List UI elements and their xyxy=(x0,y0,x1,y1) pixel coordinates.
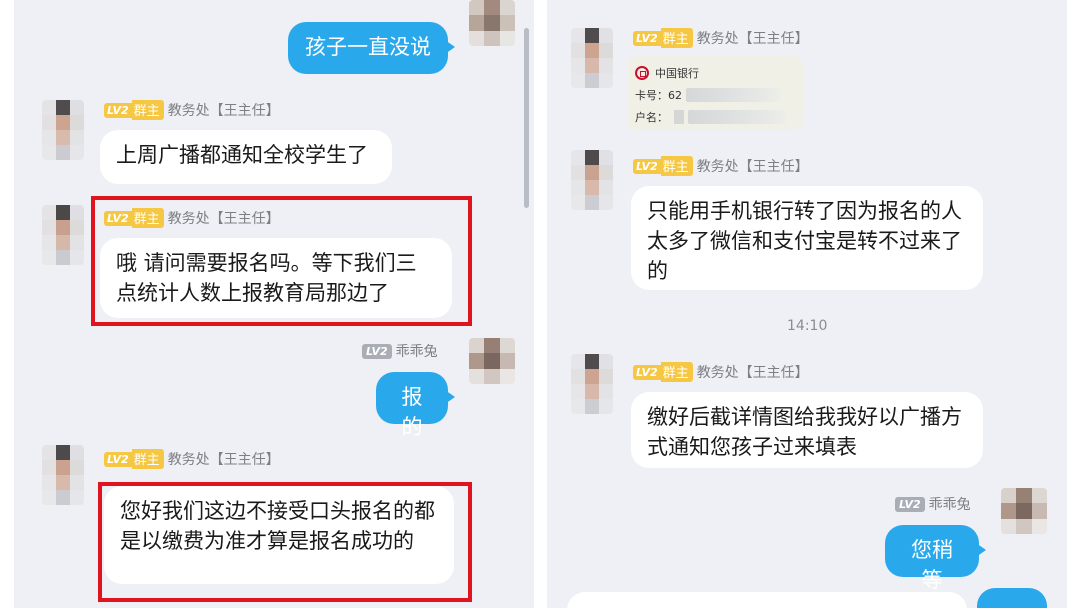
bank-name: 中国银行 xyxy=(655,67,699,80)
sender-name: 教务处【王主任】 xyxy=(167,103,280,119)
level-badge: LV2 xyxy=(104,451,132,467)
account-name-label: 户名： xyxy=(635,111,668,124)
message-text: 上周广播都通知全校学生了 xyxy=(116,143,368,167)
sender-line: LV2 群主 教务处【王主任】 xyxy=(104,208,280,228)
level-badge: LV2 xyxy=(633,364,661,380)
owner-badge: 群主 xyxy=(131,100,164,120)
message-bubble-outgoing[interactable]: 孩子一直没说 xyxy=(288,22,455,74)
owner-badge: 群主 xyxy=(660,156,693,176)
bank-card-image[interactable]: 中国银行 卡号： 62 户名： xyxy=(627,56,803,130)
message-bubble-incoming[interactable]: 您好我们这边不接受口头报名的都是以缴费为准才算是报名成功的 xyxy=(104,486,454,584)
bank-logo-icon xyxy=(635,66,649,80)
message-bubble-incoming[interactable] xyxy=(567,592,967,608)
avatar[interactable] xyxy=(571,28,613,88)
sender-name: 教务处【王主任】 xyxy=(167,452,280,468)
message-text: 只能用手机银行转了因为报名的人太多了微信和支付宝是转不过来了的 xyxy=(647,199,962,283)
message-text: 报的 xyxy=(401,385,423,439)
timestamp: 14:10 xyxy=(787,318,828,334)
sender-line: LV2 群主 教务处【王主任】 xyxy=(104,449,280,469)
redacted-name-start xyxy=(674,110,684,124)
avatar[interactable] xyxy=(42,205,84,265)
sender-line: LV2 群主 教务处【王主任】 xyxy=(104,100,280,120)
level-badge: LV2 xyxy=(104,102,132,118)
sender-name: 乖乖兔 xyxy=(928,497,971,513)
scrollbar[interactable] xyxy=(524,28,529,208)
sender-line: LV2 群主 教务处【王主任】 xyxy=(633,28,809,48)
message-text: 哦 请问需要报名吗。等下我们三点统计人数上报教育局那边了 xyxy=(116,251,417,305)
message-text: 缴好后截详情图给我我好以广播方式通知您孩子过来填表 xyxy=(647,405,962,459)
sender-line: LV2 群主 教务处【王主任】 xyxy=(633,156,809,176)
owner-badge: 群主 xyxy=(660,362,693,382)
avatar[interactable] xyxy=(1001,488,1047,534)
avatar[interactable] xyxy=(469,338,515,384)
message-bubble-incoming[interactable]: 只能用手机银行转了因为报名的人太多了微信和支付宝是转不过来了的 xyxy=(631,186,983,290)
sender-name: 教务处【王主任】 xyxy=(696,31,809,47)
owner-badge: 群主 xyxy=(131,208,164,228)
avatar[interactable] xyxy=(42,100,84,160)
card-number-prefix: 62 xyxy=(668,88,682,102)
account-name-row: 户名： xyxy=(635,106,795,128)
card-number-row: 卡号： 62 xyxy=(635,84,795,106)
sender-line: LV2 乖乖兔 xyxy=(895,494,971,514)
sender-line: LV2 群主 教务处【王主任】 xyxy=(633,362,809,382)
message-bubble-outgoing[interactable] xyxy=(977,588,1054,608)
message-bubble-incoming[interactable]: 上周广播都通知全校学生了 xyxy=(100,130,392,184)
level-badge: LV2 xyxy=(362,343,392,359)
avatar[interactable] xyxy=(571,150,613,210)
level-badge: LV2 xyxy=(633,158,661,174)
card-number-label: 卡号： xyxy=(635,89,668,102)
sender-name: 乖乖兔 xyxy=(395,344,438,360)
bank-header: 中国银行 xyxy=(635,62,795,84)
level-badge: LV2 xyxy=(633,30,661,46)
sender-name: 教务处【王主任】 xyxy=(696,365,809,381)
redacted-card-number xyxy=(686,88,780,102)
redacted-account-name xyxy=(688,110,786,124)
message-text: 孩子一直没说 xyxy=(305,35,431,59)
message-bubble-incoming[interactable]: 缴好后截详情图给我我好以广播方式通知您孩子过来填表 xyxy=(631,392,983,468)
owner-badge: 群主 xyxy=(660,28,693,48)
avatar[interactable] xyxy=(42,445,84,505)
level-badge: LV2 xyxy=(895,496,925,512)
message-text: 您好我们这边不接受口头报名的都是以缴费为准才算是报名成功的 xyxy=(120,499,435,553)
message-text: 您稍等 xyxy=(911,538,953,592)
sender-name: 教务处【王主任】 xyxy=(167,211,280,227)
chat-panel-right: LV2 群主 教务处【王主任】 中国银行 卡号： 62 户名： LV2 群主 教务处… xyxy=(547,0,1067,608)
sender-name: 教务处【王主任】 xyxy=(696,159,809,175)
message-bubble-incoming[interactable]: 哦 请问需要报名吗。等下我们三点统计人数上报教育局那边了 xyxy=(100,238,452,318)
avatar[interactable] xyxy=(571,354,613,414)
owner-badge: 群主 xyxy=(131,449,164,469)
message-bubble-outgoing[interactable]: 您稍等 xyxy=(885,525,986,592)
level-badge: LV2 xyxy=(104,210,132,226)
sender-line: LV2 乖乖兔 xyxy=(362,341,438,361)
chat-panel-left: 孩子一直没说 LV2 群主 教务处【王主任】 上周广播都通知全校学生了 LV2 群主… xyxy=(14,0,534,608)
avatar[interactable] xyxy=(469,0,515,46)
message-bubble-outgoing[interactable]: 报的 xyxy=(376,372,455,439)
